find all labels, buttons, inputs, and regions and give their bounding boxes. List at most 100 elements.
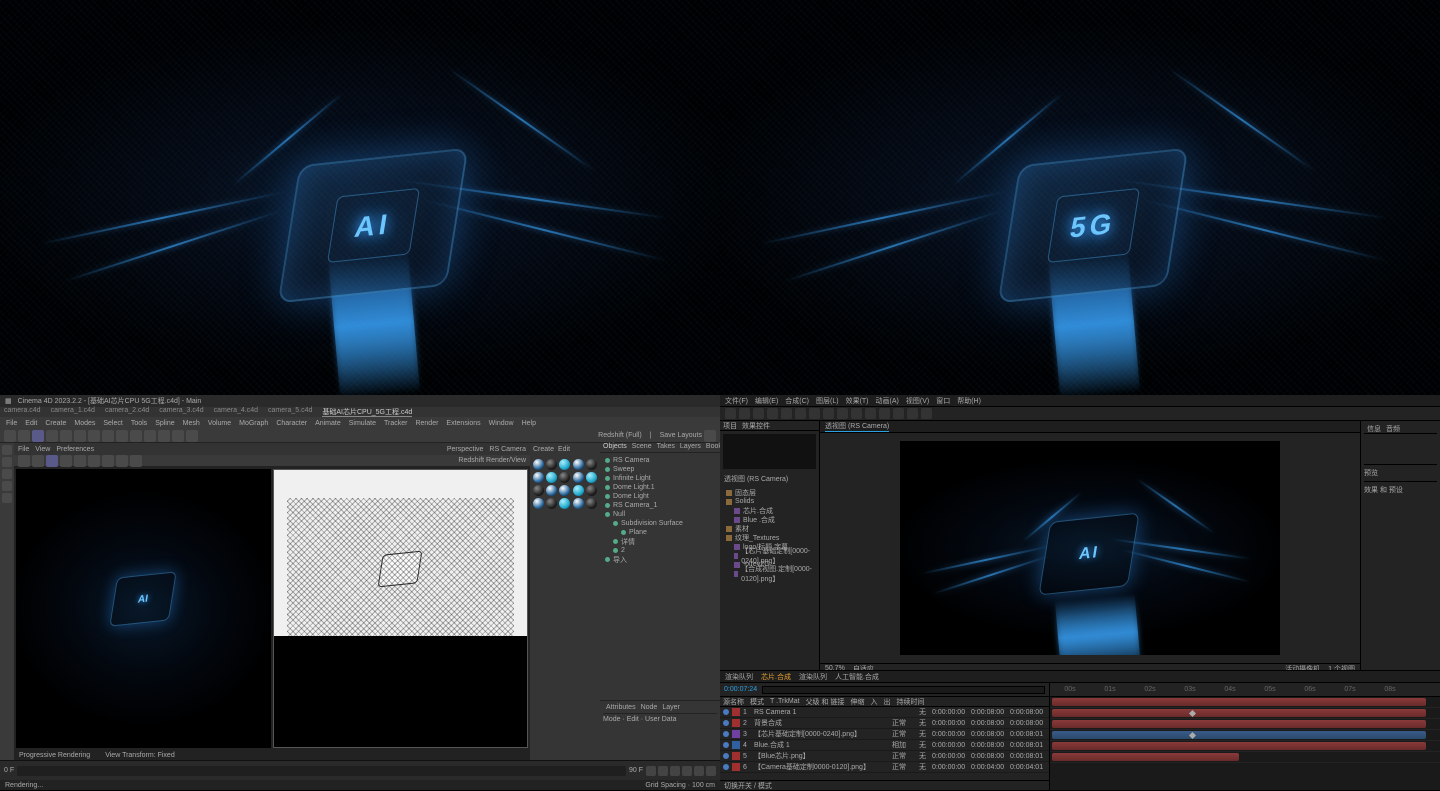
vp-tool-icon[interactable] xyxy=(32,455,44,467)
menu-item[interactable]: Render xyxy=(415,420,438,427)
visibility-toggle-icon[interactable] xyxy=(723,731,729,737)
layout-icon[interactable] xyxy=(704,430,716,442)
menu-item[interactable]: Character xyxy=(276,420,307,427)
goto-end-icon[interactable] xyxy=(694,766,704,776)
preview-panel-title[interactable]: 预览 xyxy=(1364,464,1437,481)
poly-mode-icon[interactable] xyxy=(2,481,12,491)
track-row[interactable] xyxy=(1050,752,1440,763)
menu-item[interactable]: 帮助(H) xyxy=(957,396,981,406)
layer-color-swatch[interactable] xyxy=(732,719,740,727)
cube-icon[interactable] xyxy=(88,430,100,442)
material-swatch[interactable] xyxy=(533,485,544,496)
pan-behind-icon[interactable] xyxy=(809,408,820,419)
material-swatch[interactable] xyxy=(573,485,584,496)
track-row[interactable] xyxy=(1050,697,1440,708)
tree-item[interactable]: Infinite Light xyxy=(603,474,717,483)
panel-tab[interactable]: Takes xyxy=(657,443,675,452)
layer-row[interactable]: 6【Camera基础定制0000-0120].png】正常无0:00:00:00… xyxy=(720,762,1049,773)
column-header[interactable]: 源名称 xyxy=(720,697,747,707)
redo-icon[interactable] xyxy=(18,430,30,442)
column-header[interactable]: 父级 和 链接 xyxy=(803,697,848,707)
track-row[interactable] xyxy=(1050,730,1440,741)
timeline-tab[interactable]: 渲染队列 xyxy=(799,672,827,682)
view-view-menu[interactable]: View xyxy=(35,446,50,453)
material-swatch[interactable] xyxy=(546,459,557,470)
column-header[interactable]: 入 xyxy=(867,697,880,707)
material-swatch[interactable] xyxy=(586,485,597,496)
layer-row[interactable]: 3【芯片基础定制[0000-0240].png】正常无0:00:00:000:0… xyxy=(720,729,1049,740)
loop-icon[interactable] xyxy=(706,766,716,776)
roto-tool-icon[interactable] xyxy=(907,408,918,419)
menu-item[interactable]: MoGraph xyxy=(239,420,268,427)
menu-item[interactable]: Create xyxy=(45,420,66,427)
render-icon[interactable] xyxy=(172,430,184,442)
comp-viewport[interactable]: AI xyxy=(820,433,1360,663)
scale-tool-icon[interactable] xyxy=(74,430,86,442)
vp-tool-icon[interactable] xyxy=(102,455,114,467)
mat-create-menu[interactable]: Create xyxy=(533,446,554,456)
material-swatch[interactable] xyxy=(573,459,584,470)
undo-icon[interactable] xyxy=(4,430,16,442)
rect-tool-icon[interactable] xyxy=(823,408,834,419)
light-icon[interactable] xyxy=(158,430,170,442)
prev-frame-icon[interactable] xyxy=(658,766,668,776)
menu-item[interactable]: 编辑(E) xyxy=(755,396,778,406)
track-row[interactable] xyxy=(1050,719,1440,730)
material-swatch[interactable] xyxy=(586,459,597,470)
tree-item[interactable]: 详情 xyxy=(603,537,717,546)
tree-item[interactable]: RS Camera xyxy=(603,456,717,465)
text-tool-icon[interactable] xyxy=(851,408,862,419)
attr-tab[interactable]: Node xyxy=(641,704,658,713)
vp-tool-icon[interactable] xyxy=(74,455,86,467)
project-tab[interactable]: 项目 xyxy=(723,421,737,430)
material-swatch[interactable] xyxy=(533,459,544,470)
next-frame-icon[interactable] xyxy=(682,766,692,776)
menu-item[interactable]: File xyxy=(6,420,17,427)
column-header[interactable]: 模式 xyxy=(747,697,767,707)
document-tab[interactable]: camera_3.c4d xyxy=(159,407,203,417)
layer-row[interactable]: 5【Blue芯片.png】正常无0:00:00:000:00:08:000:00… xyxy=(720,751,1049,762)
comp-tab[interactable]: 透视图 (RS Camera) xyxy=(825,421,889,432)
layer-row[interactable]: 1RS Camera 1无0:00:00:000:00:08:000:00:08… xyxy=(720,707,1049,718)
tree-item[interactable]: Dome Light.1 xyxy=(603,483,717,492)
model-mode-icon[interactable] xyxy=(2,445,12,455)
material-swatch[interactable] xyxy=(573,498,584,509)
info-tab[interactable]: 信息 xyxy=(1367,424,1381,433)
eraser-tool-icon[interactable] xyxy=(893,408,904,419)
rotate-tool-icon[interactable] xyxy=(60,430,72,442)
timeline-tab[interactable]: 人工智能.合成 xyxy=(835,672,879,682)
generator-icon[interactable] xyxy=(116,430,128,442)
panel-tab[interactable]: Layers xyxy=(680,443,701,452)
material-swatch[interactable] xyxy=(559,485,570,496)
tree-item[interactable]: RS Camera_1 xyxy=(603,501,717,510)
timeline-track[interactable] xyxy=(17,766,626,776)
material-swatch[interactable] xyxy=(586,498,597,509)
project-item[interactable]: 【芯片基础定制[0000-0240].png】 xyxy=(722,551,817,560)
rotate-tool-icon[interactable] xyxy=(781,408,792,419)
timeline-end[interactable]: 90 F xyxy=(629,767,643,774)
layer-bar[interactable] xyxy=(1052,742,1426,750)
menu-item[interactable]: Mesh xyxy=(183,420,200,427)
menu-item[interactable]: 窗口 xyxy=(936,396,950,406)
menu-item[interactable]: Tracker xyxy=(384,420,407,427)
layer-color-swatch[interactable] xyxy=(732,708,740,716)
menu-item[interactable]: Volume xyxy=(208,420,231,427)
view-prefs-menu[interactable]: Preferences xyxy=(56,446,94,453)
vp-tool-icon[interactable] xyxy=(60,455,72,467)
material-swatch[interactable] xyxy=(533,472,544,483)
audio-tab[interactable]: 音频 xyxy=(1386,424,1400,433)
layer-bar[interactable] xyxy=(1052,731,1426,739)
spline-icon[interactable] xyxy=(102,430,114,442)
zoom-tool-icon[interactable] xyxy=(767,408,778,419)
menu-item[interactable]: Simulate xyxy=(349,420,376,427)
current-timecode[interactable]: 0:00:07:24 xyxy=(724,686,757,693)
deformer-icon[interactable] xyxy=(130,430,142,442)
layer-bar[interactable] xyxy=(1052,709,1426,717)
project-list[interactable]: 固态层Solids芯片.合成Blue .合成素材纹理_Textureslogo/… xyxy=(720,486,819,670)
track-row[interactable] xyxy=(1050,741,1440,752)
material-swatch[interactable] xyxy=(573,472,584,483)
selection-tool-icon[interactable] xyxy=(739,408,750,419)
material-swatch[interactable] xyxy=(533,498,544,509)
tree-item[interactable]: Sweep xyxy=(603,465,717,474)
tree-item[interactable]: Dome Light xyxy=(603,492,717,501)
